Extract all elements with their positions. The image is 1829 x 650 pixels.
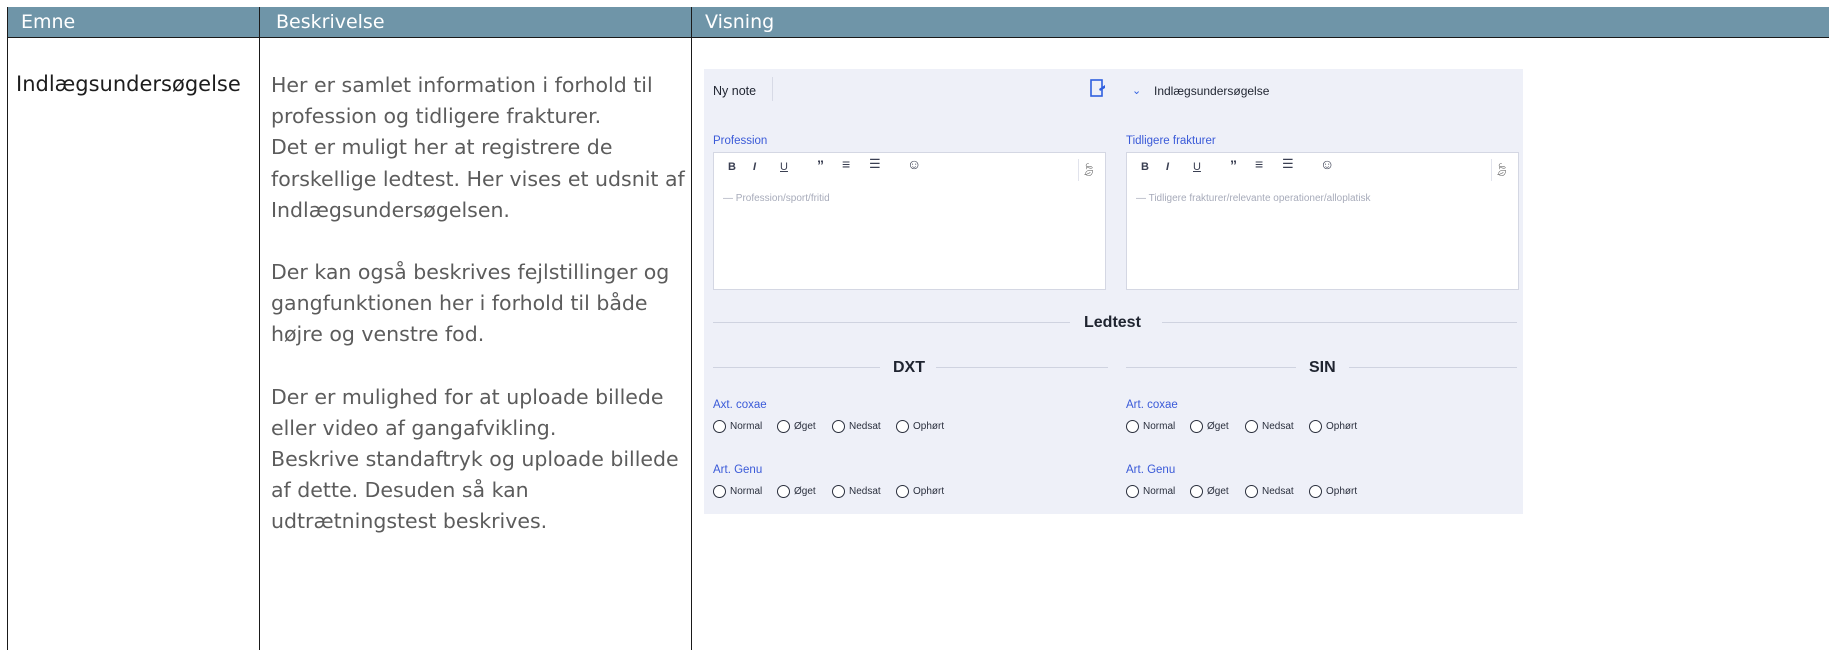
radio-nedsat[interactable] — [832, 485, 845, 498]
radio-label: Øget — [1207, 486, 1229, 497]
topic-cell: Indlægsundersøgelse — [16, 72, 241, 96]
radio-label: Nedsat — [849, 421, 881, 432]
description-line: af dette. Desuden så kan — [271, 478, 529, 503]
app-screenshot-panel: Ny note ⌄ Indlægsundersøgelse Profession… — [704, 69, 1523, 514]
radio-label: Ophørt — [1326, 486, 1358, 497]
radio-label: Ophørt — [913, 421, 945, 432]
divider — [1491, 159, 1492, 181]
profession-placeholder: — Profession/sport/fritid — [723, 193, 830, 204]
radio-normal[interactable] — [713, 420, 726, 433]
description-line: eller video af gangafvikling. — [271, 415, 557, 440]
field-label-profession: Profession — [713, 135, 768, 147]
description-line: forskellige ledtest. Her vises et udsnit… — [271, 166, 685, 191]
radio-normal[interactable] — [1126, 485, 1139, 498]
divider — [713, 367, 880, 368]
description-line: Der er mulighed for at uploade billede — [271, 384, 664, 409]
section-title-ledtest: Ledtest — [1084, 314, 1141, 331]
description-line: Her er samlet information i forhold til — [271, 73, 653, 97]
header-visning: Visning — [705, 11, 775, 33]
italic-button[interactable]: I — [1166, 161, 1169, 173]
profession-editor[interactable]: B I U ” ≡ ☰ ☺ 🍃︎ — Profession/sport/frit… — [713, 152, 1106, 290]
radio-label: Nedsat — [1262, 486, 1294, 497]
divider — [713, 322, 1070, 323]
side-title-sin: SIN — [1309, 359, 1336, 376]
radio-group-label: Art. coxae — [1126, 399, 1178, 411]
underline-button[interactable]: U — [1193, 161, 1201, 173]
column-divider — [691, 7, 692, 650]
radio-ophort[interactable] — [896, 485, 909, 498]
description-line: profession og tidligere frakturer. — [271, 104, 602, 129]
description-line: Der kan også beskrives fejlstillinger og — [271, 260, 670, 285]
divider — [772, 77, 773, 101]
template-select[interactable]: Indlægsundersøgelse — [1154, 84, 1269, 98]
radio-label: Øget — [794, 486, 816, 497]
bullet-list-button[interactable]: ☰ — [869, 156, 881, 172]
radio-label: Øget — [794, 421, 816, 432]
radio-label: Nedsat — [1262, 421, 1294, 432]
divider — [1162, 322, 1517, 323]
radio-group-label: Art. Genu — [1126, 464, 1176, 476]
radio-label: Øget — [1207, 421, 1229, 432]
underline-button[interactable]: U — [780, 161, 788, 173]
description-line: gangfunktionen her i forhold til både — [271, 291, 648, 316]
radio-label: Normal — [1143, 486, 1176, 497]
radio-label: Ophørt — [1326, 421, 1358, 432]
divider — [1078, 159, 1079, 181]
radio-label: Normal — [730, 486, 763, 497]
radio-ophort[interactable] — [1309, 485, 1322, 498]
fractures-placeholder: — Tidligere frakturer/relevante operatio… — [1136, 193, 1371, 204]
radio-label: Normal — [730, 421, 763, 432]
radio-group-label: Axt. coxae — [713, 399, 767, 411]
bold-button[interactable]: B — [1141, 161, 1149, 173]
radio-group-label: Art. Genu — [713, 464, 763, 476]
radio-oget[interactable] — [777, 485, 790, 498]
bullet-list-button[interactable]: ☰ — [1282, 156, 1294, 172]
ordered-list-button[interactable]: ≡ — [1255, 156, 1263, 172]
description-cell: Her er samlet information i forhold til … — [271, 70, 691, 538]
table-header-row: Emne Beskrivelse Visning — [8, 7, 1829, 38]
fractures-editor[interactable]: B I U ” ≡ ☰ ☺ 🍃︎ — Tidligere frakturer/r… — [1126, 152, 1519, 290]
chevron-down-icon[interactable]: ⌄ — [1132, 84, 1141, 97]
divider — [1349, 367, 1517, 368]
quote-button[interactable]: ” — [1230, 157, 1237, 173]
side-title-dxt: DXT — [893, 359, 925, 376]
emoji-icon[interactable]: ☺ — [1320, 156, 1334, 172]
radio-label: Ophørt — [913, 486, 945, 497]
divider — [936, 367, 1108, 368]
radio-label: Normal — [1143, 421, 1176, 432]
radio-label: Nedsat — [849, 486, 881, 497]
radio-nedsat[interactable] — [1245, 420, 1258, 433]
italic-button[interactable]: I — [753, 161, 756, 173]
leaf-icon[interactable]: 🍃︎ — [1080, 162, 1097, 178]
leaf-icon[interactable]: 🍃︎ — [1493, 162, 1510, 178]
radio-oget[interactable] — [777, 420, 790, 433]
radio-nedsat[interactable] — [1245, 485, 1258, 498]
radio-normal[interactable] — [713, 485, 726, 498]
radio-ophort[interactable] — [896, 420, 909, 433]
document-edit-icon[interactable] — [1090, 79, 1106, 99]
radio-normal[interactable] — [1126, 420, 1139, 433]
header-beskrivelse: Beskrivelse — [276, 11, 385, 33]
radio-nedsat[interactable] — [832, 420, 845, 433]
ordered-list-button[interactable]: ≡ — [842, 156, 850, 172]
radio-ophort[interactable] — [1309, 420, 1322, 433]
header-emne: Emne — [21, 11, 76, 33]
description-line: højre og venstre fod. — [271, 322, 485, 347]
description-line: Indlægsundersøgelsen. — [271, 197, 510, 222]
description-line: Beskrive standaftryk og uploade billede — [271, 447, 679, 472]
description-line: Det er muligt her at registrere de — [271, 135, 613, 160]
description-line: udtrætningstest beskrives. — [271, 509, 548, 534]
quote-button[interactable]: ” — [817, 157, 824, 173]
radio-oget[interactable] — [1190, 485, 1203, 498]
column-divider — [259, 7, 260, 650]
radio-oget[interactable] — [1190, 420, 1203, 433]
bold-button[interactable]: B — [728, 161, 736, 173]
divider — [1126, 367, 1296, 368]
emoji-icon[interactable]: ☺ — [907, 156, 921, 172]
field-label-tidligere-frakturer: Tidligere frakturer — [1126, 135, 1216, 147]
note-title: Ny note — [713, 84, 757, 98]
